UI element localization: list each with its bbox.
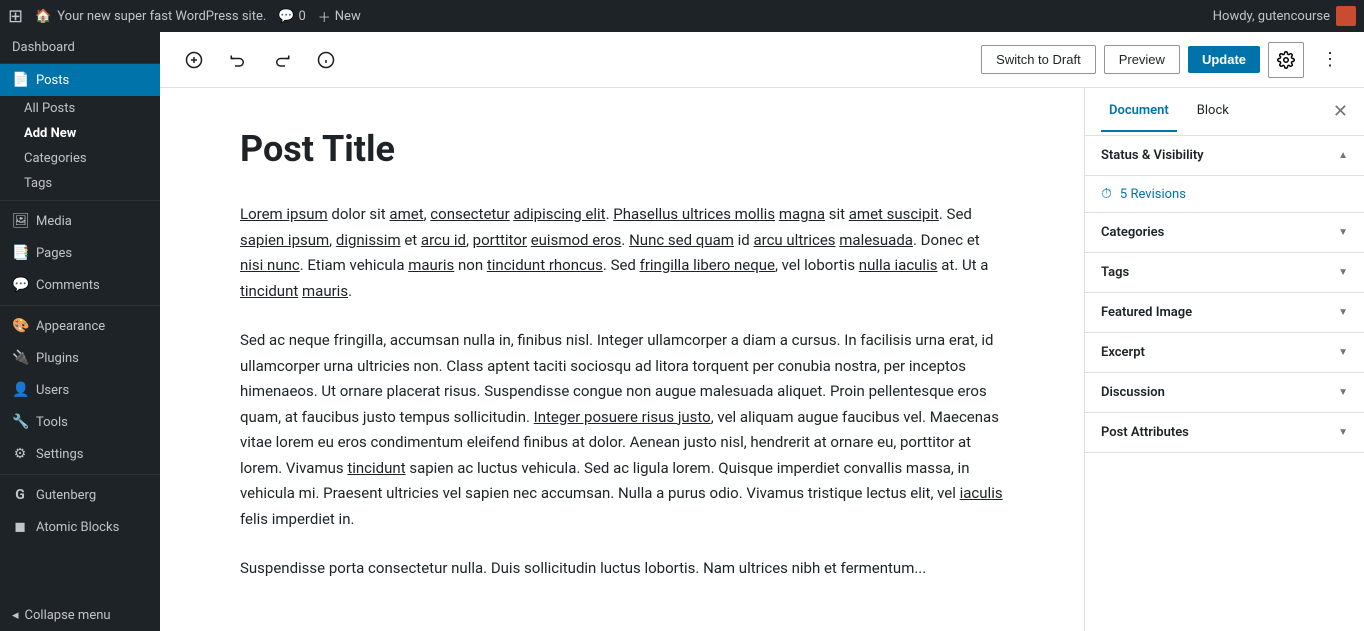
sidebar-item-plugins[interactable]: 🔌 Plugins (0, 342, 160, 374)
chevron-down-icon: ▼ (1338, 227, 1348, 238)
section-categories-header[interactable]: Categories ▼ (1085, 213, 1364, 252)
paragraph-1: Lorem ipsum dolor sit amet, consectetur … (240, 202, 1004, 304)
tools-icon: 🔧 (12, 414, 28, 430)
sidebar-divider-1 (0, 200, 160, 201)
plugins-icon: 🔌 (12, 350, 28, 366)
new-content-link[interactable]: ＋ New (318, 7, 361, 26)
sidebar-item-users[interactable]: 👤 Users (0, 374, 160, 406)
collapse-menu-button[interactable]: ◂ Collapse menu (0, 600, 160, 631)
tab-block[interactable]: Block (1189, 91, 1237, 132)
panel-tabs: Document Block ✕ (1085, 88, 1364, 136)
section-post-attributes: Post Attributes ▼ (1085, 413, 1364, 453)
panel-body: Status & Visibility ▲ ⏱ 5 Revisions Cate… (1085, 136, 1364, 631)
section-excerpt: Excerpt ▼ (1085, 333, 1364, 373)
editor-content[interactable]: Post Title Lorem ipsum dolor sit amet, c… (160, 88, 1084, 631)
section-discussion-header[interactable]: Discussion ▼ (1085, 373, 1364, 412)
site-icon: 🏠 (35, 9, 51, 24)
toolbar-left (176, 42, 344, 78)
section-featured-image: Featured Image ▼ (1085, 293, 1364, 333)
pages-icon: 📑 (12, 245, 28, 261)
sidebar-item-pages[interactable]: 📑 Pages (0, 237, 160, 269)
sidebar-item-comments[interactable]: 💬 Comments (0, 269, 160, 301)
sidebar-item-media[interactable]: 🖼 Media (0, 205, 160, 237)
chevron-down-icon: ▼ (1338, 307, 1348, 318)
sidebar-item-settings[interactable]: ⚙ Settings (0, 438, 160, 470)
section-discussion: Discussion ▼ (1085, 373, 1364, 413)
sidebar-divider-2 (0, 305, 160, 306)
sidebar-item-tags[interactable]: Tags (0, 171, 160, 196)
chevron-down-icon: ▼ (1338, 347, 1348, 358)
chevron-down-icon: ▲ (1338, 150, 1348, 161)
info-button[interactable] (308, 42, 344, 78)
section-status-visibility: Status & Visibility ▲ (1085, 136, 1364, 176)
panel-close-button[interactable]: ✕ (1333, 101, 1348, 122)
chevron-down-icon: ▼ (1338, 387, 1348, 398)
add-block-button[interactable] (176, 42, 212, 78)
section-status-visibility-header[interactable]: Status & Visibility ▲ (1085, 136, 1364, 175)
sidebar-item-all-posts[interactable]: All Posts (0, 96, 160, 121)
gutenberg-icon: G (12, 487, 28, 503)
right-panel: Document Block ✕ Status & Visibility ▲ (1084, 88, 1364, 631)
clock-icon: ⏱ (1101, 186, 1112, 202)
collapse-icon: ◂ (12, 608, 19, 623)
sidebar-dashboard[interactable]: Dashboard (0, 32, 160, 64)
sidebar-item-gutenberg[interactable]: G Gutenberg (0, 479, 160, 511)
posts-icon: 📄 (12, 72, 28, 88)
editor-toolbar: Switch to Draft Preview Update ⋮ (160, 32, 1364, 88)
admin-bar: ⊞ 🏠 Your new super fast WordPress site. … (0, 0, 1364, 32)
section-tags: Tags ▼ (1085, 253, 1364, 293)
admin-bar-right: Howdy, gutencourse (1213, 6, 1356, 26)
wp-logo[interactable]: ⊞ (8, 6, 23, 27)
editor-content-wrapper: Post Title Lorem ipsum dolor sit amet, c… (160, 88, 1364, 631)
tab-document[interactable]: Document (1101, 91, 1177, 132)
sidebar-item-posts[interactable]: 📄 Posts (0, 64, 160, 96)
comments-link[interactable]: 💬 0 (278, 9, 306, 24)
editor-area: Switch to Draft Preview Update ⋮ Post Ti… (160, 32, 1364, 631)
more-options-button[interactable]: ⋮ (1312, 42, 1348, 78)
section-post-attributes-header[interactable]: Post Attributes ▼ (1085, 413, 1364, 452)
sidebar-divider-3 (0, 474, 160, 475)
settings-panel-button[interactable] (1268, 42, 1304, 78)
sidebar-item-tools[interactable]: 🔧 Tools (0, 406, 160, 438)
section-excerpt-header[interactable]: Excerpt ▼ (1085, 333, 1364, 372)
site-name[interactable]: 🏠 Your new super fast WordPress site. (35, 9, 266, 24)
sidebar-item-add-new[interactable]: Add New (0, 121, 160, 146)
sidebar-item-categories[interactable]: Categories (0, 146, 160, 171)
sidebar-item-appearance[interactable]: 🎨 Appearance (0, 310, 160, 342)
plus-icon: ＋ (318, 7, 331, 26)
preview-button[interactable]: Preview (1104, 45, 1180, 74)
media-icon: 🖼 (12, 213, 28, 229)
update-button[interactable]: Update (1188, 46, 1260, 73)
comment-icon: 💬 (278, 9, 294, 24)
undo-button[interactable] (220, 42, 256, 78)
paragraph-2: Sed ac neque fringilla, accumsan nulla i… (240, 328, 1004, 532)
settings-icon: ⚙ (12, 446, 28, 462)
post-title[interactable]: Post Title (240, 128, 1004, 170)
switch-to-draft-button[interactable]: Switch to Draft (981, 45, 1096, 74)
comments-icon: 💬 (12, 277, 28, 293)
section-tags-header[interactable]: Tags ▼ (1085, 253, 1364, 292)
main-layout: Dashboard 📄 Posts All Posts Add New Cate… (0, 32, 1364, 631)
chevron-down-icon: ▼ (1338, 267, 1348, 278)
toolbar-right: Switch to Draft Preview Update ⋮ (981, 42, 1348, 78)
paragraph-3: Suspendisse porta consectetur nulla. Dui… (240, 556, 1004, 582)
section-categories: Categories ▼ (1085, 213, 1364, 253)
post-body: Lorem ipsum dolor sit amet, consectetur … (240, 202, 1004, 582)
sidebar: Dashboard 📄 Posts All Posts Add New Cate… (0, 32, 160, 631)
appearance-icon: 🎨 (12, 318, 28, 334)
chevron-down-icon: ▼ (1338, 427, 1348, 438)
avatar (1336, 6, 1356, 26)
users-icon: 👤 (12, 382, 28, 398)
sidebar-item-atomic-blocks[interactable]: ◼ Atomic Blocks (0, 511, 160, 543)
atomic-blocks-icon: ◼ (12, 519, 28, 535)
section-featured-image-header[interactable]: Featured Image ▼ (1085, 293, 1364, 332)
revisions-row[interactable]: ⏱ 5 Revisions (1085, 176, 1364, 213)
redo-button[interactable] (264, 42, 300, 78)
